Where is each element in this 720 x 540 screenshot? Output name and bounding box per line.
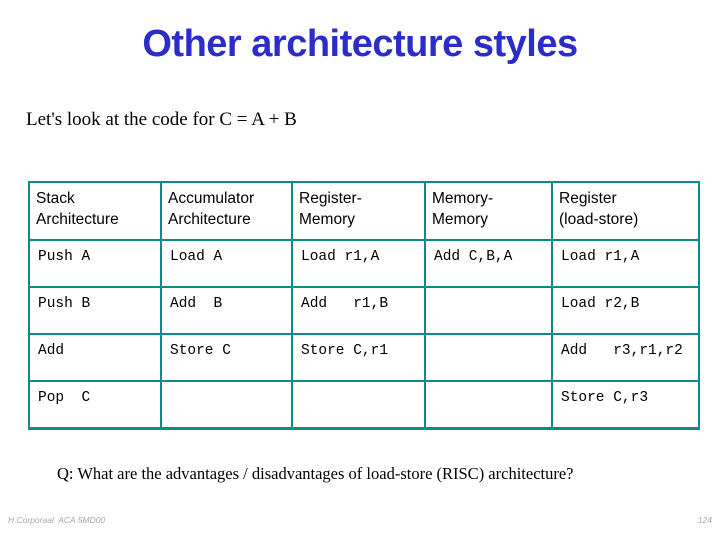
- cell-memory-memory: Add C,B,A: [424, 239, 553, 288]
- table-row: Add Store C Store C,r1 Add r3,r1,r2: [28, 333, 700, 382]
- column-header-memory-memory-line1: Memory-: [432, 190, 494, 207]
- cell-accumulator: Store C: [160, 333, 293, 382]
- cell-register-load-store: Store C,r3: [551, 380, 700, 430]
- column-header-register-load-store: Register (load-store): [551, 181, 700, 241]
- column-header-register-memory-line2: Memory: [299, 211, 355, 228]
- table-header-row: Stack Architecture Accumulator Architect…: [28, 181, 700, 241]
- table-header: Stack Architecture Accumulator Architect…: [28, 181, 700, 241]
- column-header-accumulator-line2: Architecture: [168, 211, 251, 228]
- column-header-accumulator-line1: Accumulator: [168, 190, 255, 207]
- cell-register-load-store: Load r2,B: [551, 286, 700, 335]
- cell-register-memory: [291, 380, 426, 430]
- column-header-stack-line2: Architecture: [36, 211, 119, 228]
- table-row: Push B Add B Add r1,B Load r2,B: [28, 286, 700, 335]
- column-header-stack-line1: Stack: [36, 190, 75, 207]
- cell-memory-memory: [424, 333, 553, 382]
- cell-memory-memory: [424, 286, 553, 335]
- table-row: Push A Load A Load r1,A Add C,B,A Load r…: [28, 239, 700, 288]
- cell-accumulator: Load A: [160, 239, 293, 288]
- cell-register-memory: Load r1,A: [291, 239, 426, 288]
- architecture-comparison-table: Stack Architecture Accumulator Architect…: [28, 181, 700, 430]
- cell-accumulator: Add B: [160, 286, 293, 335]
- column-header-register-load-store-line2: (load-store): [559, 211, 639, 228]
- table-row: Pop C Store C,r3: [28, 380, 700, 430]
- cell-register-load-store: Load r1,A: [551, 239, 700, 288]
- table-body: Push A Load A Load r1,A Add C,B,A Load r…: [28, 239, 700, 430]
- cell-stack: Add: [28, 333, 162, 382]
- column-header-memory-memory-line2: Memory: [432, 211, 488, 228]
- column-header-stack: Stack Architecture: [28, 181, 162, 241]
- cell-memory-memory: [424, 380, 553, 430]
- cell-accumulator: [160, 380, 293, 430]
- cell-stack: Pop C: [28, 380, 162, 430]
- column-header-accumulator: Accumulator Architecture: [160, 181, 293, 241]
- column-header-register-memory: Register- Memory: [291, 181, 426, 241]
- footer-author: H.Corporaal ACA 5MD00: [8, 515, 106, 525]
- column-header-register-load-store-line1: Register: [559, 190, 617, 207]
- cell-register-memory: Store C,r1: [291, 333, 426, 382]
- question-text: Q: What are the advantages / disadvantag…: [57, 464, 574, 483]
- column-header-register-memory-line1: Register-: [299, 190, 362, 207]
- cell-register-memory: Add r1,B: [291, 286, 426, 335]
- footer-page-number: 124: [697, 515, 712, 525]
- cell-register-load-store: Add r3,r1,r2: [551, 333, 700, 382]
- column-header-memory-memory: Memory- Memory: [424, 181, 553, 241]
- cell-stack: Push A: [28, 239, 162, 288]
- cell-stack: Push B: [28, 286, 162, 335]
- page-title: Other architecture styles: [142, 23, 578, 65]
- subtitle-text: Let's look at the code for C = A + B: [26, 109, 297, 130]
